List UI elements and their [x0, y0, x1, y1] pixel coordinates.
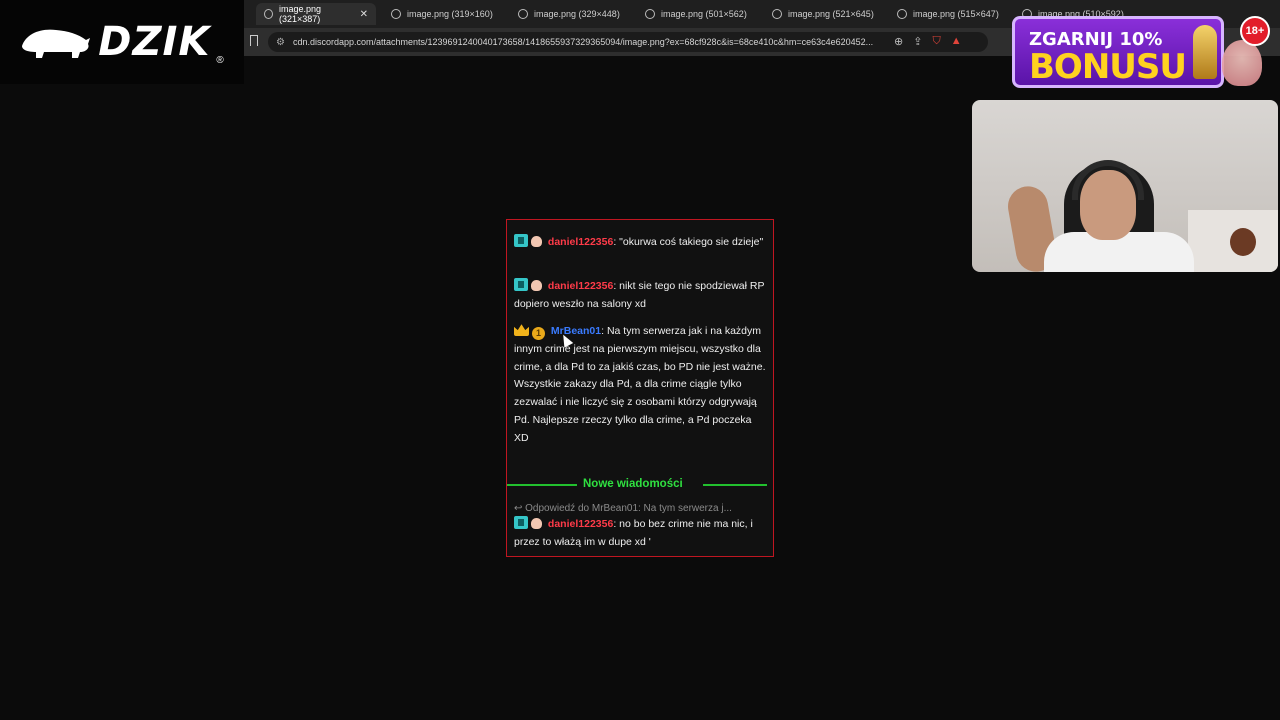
bookmark-icon[interactable]: [250, 35, 258, 46]
tab-image-5[interactable]: image.png (521×645): [764, 3, 884, 25]
headset-icon: [1072, 160, 1144, 200]
tab-label: image.png (501×562): [661, 9, 747, 19]
tab-image-6[interactable]: image.png (515×647): [889, 3, 1009, 25]
globe-icon: [772, 9, 782, 19]
divider-line-left: [507, 484, 577, 486]
globe-icon: [897, 9, 907, 19]
bonus-ad-banner[interactable]: ZGARNIJ 10% BONUSU: [1012, 16, 1224, 88]
tab-label: image.png (321×387): [278, 4, 321, 24]
ad-line-2: BONUSU: [1029, 47, 1187, 87]
tab-label: image.png (521×645): [788, 9, 874, 19]
logo-wordmark: DZIK: [98, 19, 211, 65]
tab-image-2[interactable]: image.png (319×160): [383, 3, 503, 25]
crown-icon: [514, 324, 529, 336]
globe-icon: [645, 9, 655, 19]
chat-message: daniel122356: "okurwa coś takiego sie dz…: [514, 234, 766, 252]
divider-line-right: [703, 484, 767, 486]
role-tag-icon: [514, 234, 528, 247]
logo-registered-mark: ®: [216, 55, 224, 66]
hand-icon: [531, 518, 542, 529]
chat-text: : Na tym serwerza jak i na każdym innym …: [514, 325, 766, 444]
age-restriction-badge: 18+: [1240, 16, 1270, 46]
chat-message: 1 MrBean01: Na tym serwerza jak i na każ…: [514, 323, 766, 448]
tab-image-3[interactable]: image.png (329×448): [510, 3, 630, 25]
chat-text: : "okurwa coś takiego sie dzieje": [613, 236, 764, 248]
trophy-icon: [1193, 25, 1217, 79]
zoom-icon[interactable]: ⊕: [894, 35, 903, 48]
webcam-plush-toy: [1230, 228, 1256, 256]
hand-icon: [531, 280, 542, 291]
chat-message: daniel122356: no bo bez crime nie ma nic…: [514, 516, 766, 552]
role-tag-icon: [514, 278, 528, 291]
url-field[interactable]: ⚙ cdn.discordapp.com/attachments/1239691…: [268, 32, 988, 52]
tab-label: image.png (319×160): [407, 9, 493, 19]
rewards-icon[interactable]: ▲: [951, 35, 962, 48]
address-bar-actions: ⊕ ⇪ ⛉ ▲: [894, 35, 962, 48]
chat-username: daniel122356: [547, 236, 614, 248]
chat-message: daniel122356: nikt sie tego nie spodziew…: [514, 278, 766, 314]
tab-label: image.png (515×647): [913, 9, 999, 19]
webcam-overlay: [972, 100, 1278, 272]
chat-username: daniel122356: [547, 280, 614, 292]
chat-screenshot: daniel122356: "okurwa coś takiego sie dz…: [506, 219, 774, 557]
role-tag-icon: [514, 516, 528, 529]
url-text: cdn.discordapp.com/attachments/123969124…: [292, 37, 874, 47]
medal-icon: 1: [532, 327, 545, 340]
share-icon[interactable]: ⇪: [913, 35, 922, 48]
new-messages-label: Nowe wiadomości: [583, 478, 683, 490]
globe-icon: [264, 9, 273, 19]
chat-username: MrBean01: [550, 325, 602, 337]
dzik-logo: DZIK ®: [0, 0, 244, 84]
mascot-image: [1222, 40, 1262, 86]
globe-icon: [391, 9, 401, 19]
chat-username: daniel122356: [547, 518, 614, 530]
close-tab-icon[interactable]: ✕: [360, 9, 368, 20]
hand-icon: [531, 236, 542, 247]
site-settings-icon[interactable]: ⚙: [276, 37, 285, 48]
globe-icon: [518, 9, 528, 19]
tab-label: image.png (329×448): [534, 9, 620, 19]
shield-icon[interactable]: ⛉: [932, 35, 940, 48]
tab-image-4[interactable]: image.png (501×562): [637, 3, 757, 25]
tab-image-1[interactable]: image.png (321×387) ✕: [256, 3, 376, 25]
boar-icon: [22, 29, 91, 58]
new-messages-divider: Nowe wiadomości: [507, 476, 772, 492]
